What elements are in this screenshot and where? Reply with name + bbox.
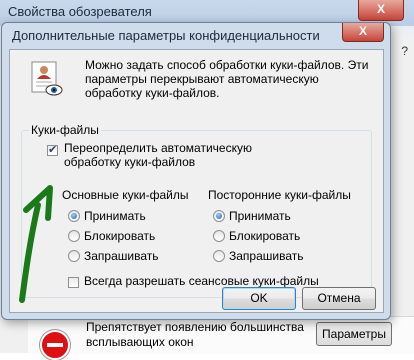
privacy-settings-dialog: Дополнительные параметры конфиденциально… (1, 22, 391, 320)
privacy-icon (31, 61, 63, 96)
cancel-button[interactable]: Отмена (302, 287, 376, 310)
first-party-heading: Основные куки-файлы (62, 188, 189, 202)
dialog-client-area: Можно задать способ обработки куки-файло… (9, 49, 384, 313)
first-party-prompt-radio[interactable] (68, 250, 80, 262)
third-party-block-label: Блокировать (229, 229, 301, 243)
ok-button[interactable]: OK (222, 287, 296, 310)
parent-edge-text: ? (401, 44, 408, 58)
first-party-block-radio[interactable] (68, 230, 80, 242)
third-party-accept-label: Принимать (229, 209, 291, 223)
first-party-block-label: Блокировать (84, 229, 156, 243)
override-checkbox[interactable] (47, 143, 58, 156)
parent-close-button[interactable]: X (358, 0, 404, 21)
popup-blocker-icon (40, 330, 70, 360)
third-party-prompt-radio[interactable] (213, 250, 225, 262)
first-party-accept-label: Принимать (84, 209, 146, 223)
popup-params-button[interactable]: Параметры (316, 322, 392, 346)
cookies-group-label: Куки-файлы (29, 123, 101, 137)
first-party-accept-radio[interactable] (68, 210, 80, 222)
override-label: Переопределить автоматическую обработку … (64, 141, 252, 169)
cookies-group: Куки-файлы Переопределить автоматическую… (21, 123, 372, 298)
parent-window-title: Свойства обозревателя (8, 4, 152, 19)
third-party-block-radio[interactable] (213, 230, 225, 242)
popup-blocker-description: Препятствует появлению большинства всплы… (86, 320, 304, 349)
session-cookies-label: Всегда разрешать сеансовые куки-файлы (84, 274, 319, 288)
third-party-prompt-label: Запрашивать (229, 249, 304, 263)
dialog-title: Дополнительные параметры конфиденциально… (12, 28, 320, 43)
intro-text: Можно задать способ обработки куки-файло… (85, 58, 369, 100)
dialog-close-button[interactable]: X (342, 23, 384, 42)
first-party-prompt-label: Запрашивать (84, 249, 159, 263)
third-party-accept-radio[interactable] (213, 210, 225, 222)
session-cookies-checkbox[interactable] (68, 277, 79, 288)
third-party-heading: Посторонние куки-файлы (208, 188, 351, 202)
